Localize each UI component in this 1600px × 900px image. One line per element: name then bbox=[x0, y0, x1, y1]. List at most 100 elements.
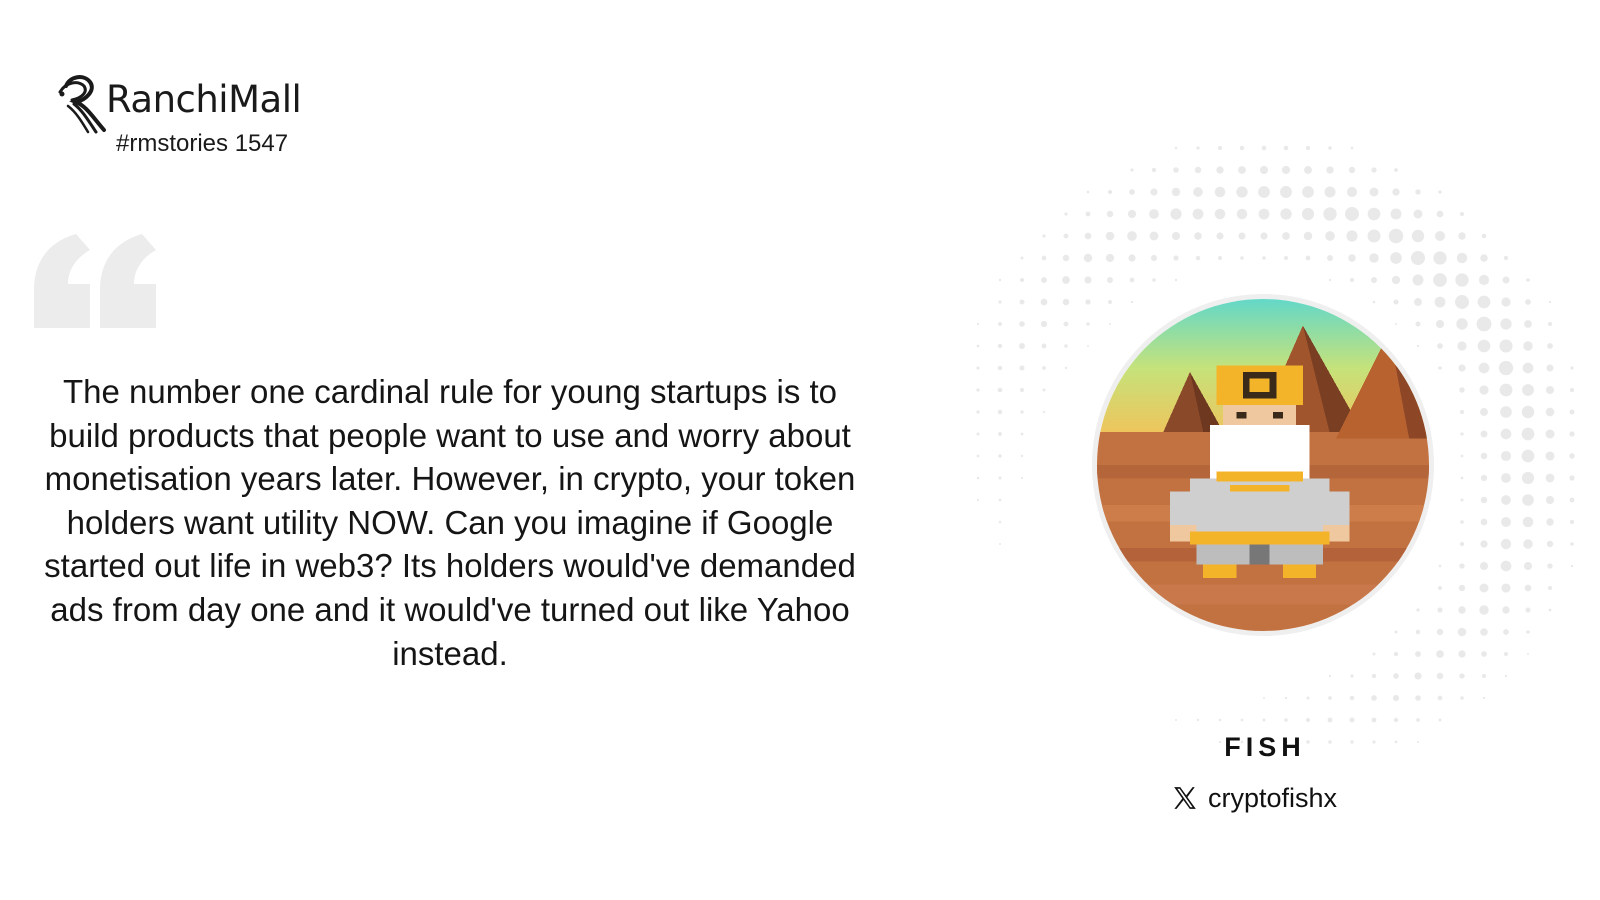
decorative-dot bbox=[1503, 255, 1509, 261]
decorative-dot bbox=[1390, 252, 1402, 264]
decorative-dot bbox=[1525, 607, 1531, 613]
decorative-dot bbox=[1500, 560, 1512, 572]
decorative-dot bbox=[1371, 673, 1377, 679]
decorative-dot bbox=[1062, 254, 1070, 262]
decorative-dot bbox=[1414, 672, 1422, 680]
decorative-dot bbox=[1415, 651, 1421, 657]
decorative-dot bbox=[1501, 583, 1511, 593]
decorative-dot bbox=[1040, 320, 1048, 328]
decorative-dot bbox=[1569, 475, 1575, 481]
decorative-dot bbox=[1569, 409, 1575, 415]
decorative-dot bbox=[1436, 210, 1444, 218]
decorative-dot bbox=[1437, 607, 1443, 613]
decorative-dot bbox=[1240, 718, 1244, 722]
decorative-dot bbox=[1042, 234, 1046, 238]
decorative-dot bbox=[1174, 146, 1178, 150]
decorative-dot bbox=[1085, 211, 1091, 217]
decorative-dot bbox=[997, 365, 1003, 371]
decorative-dot bbox=[1020, 256, 1024, 260]
decorative-dot bbox=[1149, 231, 1159, 241]
decorative-dot bbox=[1105, 231, 1115, 241]
decorative-dot bbox=[1108, 322, 1112, 326]
decorative-dot bbox=[1412, 274, 1424, 286]
decorative-dot bbox=[1192, 208, 1204, 220]
decorative-dot bbox=[1371, 167, 1377, 173]
decorative-dot bbox=[1456, 318, 1468, 330]
decorative-dot bbox=[1328, 146, 1332, 150]
decorative-dot bbox=[1480, 254, 1488, 262]
decorative-dot bbox=[1479, 561, 1489, 571]
decorative-dot bbox=[1149, 209, 1159, 219]
decorative-dot bbox=[1394, 740, 1398, 744]
decorative-dot bbox=[1416, 740, 1420, 744]
decorative-dot bbox=[1260, 232, 1268, 240]
decorative-dot bbox=[1303, 231, 1313, 241]
decorative-dot bbox=[1350, 146, 1354, 150]
decorative-dot bbox=[1171, 187, 1181, 197]
decorative-dot bbox=[1548, 300, 1552, 304]
decorative-dot bbox=[1500, 406, 1512, 418]
decorative-dot bbox=[1415, 695, 1421, 701]
social-handle[interactable]: cryptofishx bbox=[1172, 780, 1337, 816]
decorative-dot bbox=[976, 410, 980, 414]
decorative-dot bbox=[1547, 563, 1553, 569]
decorative-dot bbox=[1458, 584, 1466, 592]
decorative-dot bbox=[1218, 146, 1222, 150]
decorative-dot bbox=[1393, 651, 1399, 657]
decorative-dot bbox=[1501, 473, 1511, 483]
decorative-dot bbox=[1521, 471, 1535, 485]
decorative-dot bbox=[1019, 321, 1025, 327]
decorative-dot bbox=[1522, 362, 1534, 374]
decorative-dot bbox=[1546, 518, 1554, 526]
decorative-dot bbox=[1214, 208, 1226, 220]
decorative-dot bbox=[1458, 650, 1466, 658]
decorative-dot bbox=[1064, 212, 1068, 216]
decorative-dot bbox=[1500, 428, 1512, 440]
decorative-dot bbox=[1460, 476, 1464, 480]
decorative-dot bbox=[1415, 189, 1421, 195]
decorative-dot bbox=[1350, 278, 1354, 282]
pixel-art-avatar-image bbox=[1097, 299, 1429, 631]
decorative-dot bbox=[1502, 606, 1510, 614]
decorative-dot bbox=[1500, 538, 1512, 550]
decorative-dot bbox=[998, 542, 1002, 546]
decorative-dot bbox=[1393, 299, 1399, 305]
decorative-dot bbox=[1127, 209, 1137, 219]
decorative-dot bbox=[1306, 696, 1310, 700]
decorative-dot bbox=[1195, 255, 1201, 261]
decorative-dot bbox=[1394, 168, 1398, 172]
decorative-dot bbox=[1283, 255, 1289, 261]
decorative-dot bbox=[1503, 629, 1509, 635]
decorative-dot bbox=[1150, 254, 1158, 262]
decorative-dot bbox=[1171, 231, 1181, 241]
decorative-dot bbox=[1216, 166, 1224, 174]
decorative-dot bbox=[997, 409, 1003, 415]
decorative-dot bbox=[998, 498, 1002, 502]
ranchimall-logo-icon bbox=[58, 75, 106, 134]
decorative-dot bbox=[1569, 453, 1575, 459]
decorative-dot bbox=[1480, 408, 1488, 416]
decorative-dot bbox=[976, 476, 980, 480]
decorative-dot bbox=[1393, 673, 1399, 679]
decorative-dot bbox=[1349, 695, 1355, 701]
decorative-dot bbox=[1523, 341, 1533, 351]
decorative-dot bbox=[1328, 278, 1332, 282]
decorative-dot bbox=[1349, 717, 1355, 723]
story-tag: #rmstories 1547 bbox=[116, 130, 289, 157]
avatar bbox=[1092, 294, 1434, 636]
decorative-dot bbox=[1280, 208, 1292, 220]
decorative-dot bbox=[1546, 386, 1554, 394]
decorative-dot bbox=[1369, 253, 1379, 263]
decorative-dot bbox=[1458, 606, 1466, 614]
decorative-dot bbox=[1042, 410, 1046, 414]
decorative-dot bbox=[1478, 362, 1490, 374]
decorative-dot bbox=[1042, 366, 1046, 370]
decorative-dot bbox=[1348, 166, 1356, 174]
decorative-dot bbox=[1499, 383, 1513, 397]
decorative-dot bbox=[1434, 230, 1446, 242]
decorative-dot bbox=[1498, 360, 1514, 376]
decorative-dot bbox=[1480, 430, 1488, 438]
x-twitter-icon bbox=[1174, 787, 1196, 809]
decorative-dot bbox=[1328, 674, 1332, 678]
decorative-dot bbox=[1323, 207, 1337, 221]
